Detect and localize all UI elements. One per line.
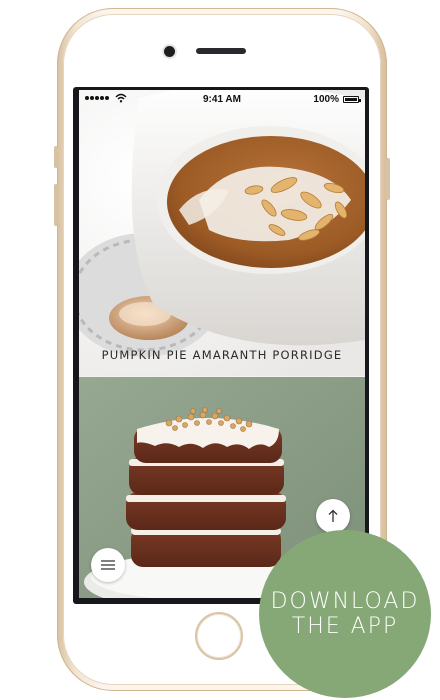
download-line2: THE APP [291,614,399,639]
volume-down-button [54,184,58,226]
download-app-badge[interactable]: DOWNLOAD THE APP [259,530,431,698]
recipe-title: PUMPKIN PIE AMARANTH PORRIDGE [101,348,343,362]
app-screen: 9:41 AM 100% PUMPKIN PIE AMARANTH PORRID… [79,90,365,598]
porridge-photo [79,90,365,376]
volume-up-button [54,146,58,168]
status-bar: 9:41 AM 100% [79,90,365,110]
download-line1: DOWNLOAD [270,588,420,614]
arrow-up-icon [328,509,338,522]
menu-button[interactable] [91,548,125,582]
power-button [386,158,390,200]
scroll-up-button[interactable] [316,499,350,533]
hamburger-menu-icon [101,560,115,570]
recipe-card-porridge[interactable]: PUMPKIN PIE AMARANTH PORRIDGE [79,90,365,376]
earpiece-speaker [196,48,246,54]
front-camera [164,46,175,57]
battery-percent: 100% [313,94,339,105]
battery-fill [345,98,357,101]
home-button[interactable] [195,612,243,660]
battery-icon [343,96,361,103]
